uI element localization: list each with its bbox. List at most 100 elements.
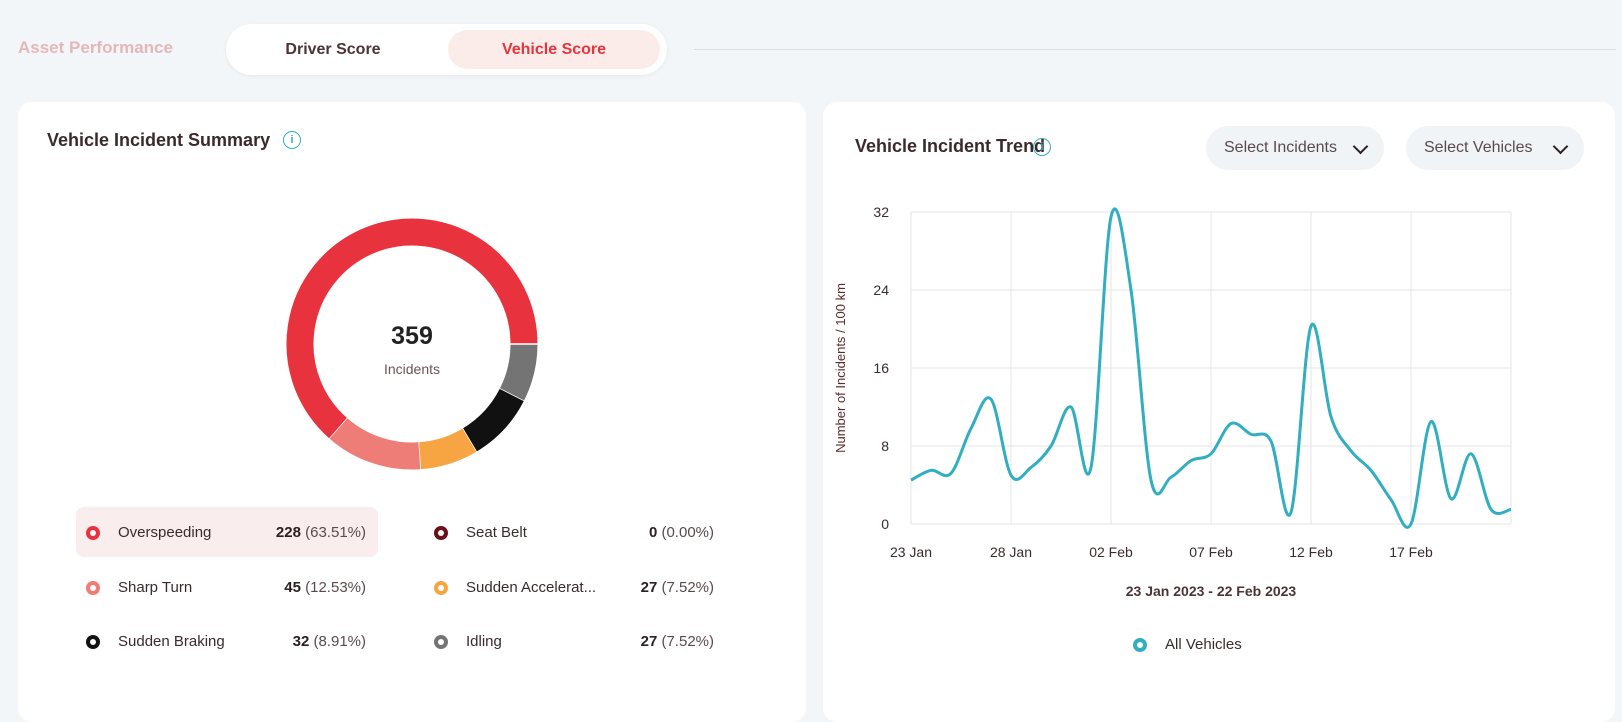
legend-item-sudden-braking[interactable]: Sudden Braking 32 (8.91%) <box>76 616 378 666</box>
page-header: Asset Performance Driver Score Vehicle S… <box>0 0 1622 100</box>
data-point[interactable] <box>968 425 974 431</box>
legend-pct: (12.53%) <box>305 579 366 596</box>
data-point[interactable] <box>1428 419 1434 425</box>
legend-label: Sharp Turn <box>118 579 193 596</box>
tab-vehicle-score[interactable]: Vehicle Score <box>448 30 660 69</box>
legend-count: 45 <box>284 579 301 596</box>
donut-total-label: Incidents <box>383 361 441 377</box>
y-tick-label: 32 <box>873 204 889 220</box>
select-incidents-label: Select Incidents <box>1224 139 1337 156</box>
x-axis-label: 23 Jan 2023 - 22 Feb 2023 <box>1126 583 1297 599</box>
data-point[interactable] <box>1128 287 1134 293</box>
series-legend-label: All Vehicles <box>1165 636 1242 653</box>
donut-slice-sharp-turn[interactable] <box>329 417 421 470</box>
data-point[interactable] <box>988 396 994 402</box>
data-point[interactable] <box>1308 323 1314 329</box>
data-point[interactable] <box>1368 467 1374 473</box>
chevron-down-icon <box>1552 138 1569 155</box>
legend-pct: (8.91%) <box>313 633 366 650</box>
data-point[interactable] <box>1508 506 1514 512</box>
trend-line-chart: 0 8 16 24 32 23 Jan 28 Jan 02 Feb 07 Feb 12 Feb 17… <box>833 204 1514 599</box>
x-tick-label: 28 Jan <box>990 544 1032 560</box>
sudden-acceleration-dot-icon <box>434 581 448 595</box>
x-tick-label: 17 Feb <box>1389 544 1433 560</box>
x-tick-label: 07 Feb <box>1189 544 1233 560</box>
trend-info-icon[interactable]: i <box>1033 138 1051 156</box>
legend-item-sudden-acceleration[interactable]: Sudden Accelerat... 27 (7.52%) <box>424 562 726 612</box>
data-point[interactable] <box>1068 404 1074 410</box>
legend-pct: (0.00%) <box>661 524 714 541</box>
data-point[interactable] <box>1328 414 1334 420</box>
trend-title: Vehicle Incident Trend <box>855 136 1046 156</box>
data-point[interactable] <box>1288 509 1294 515</box>
legend-value: 32 (8.91%) <box>293 633 366 650</box>
legend-value: 27 (7.52%) <box>641 633 714 650</box>
score-tabs: Driver Score Vehicle Score <box>226 24 667 75</box>
legend-count: 27 <box>640 633 658 650</box>
data-point[interactable] <box>1488 506 1494 512</box>
data-point[interactable] <box>948 470 954 476</box>
donut-slice-sudden-accelerat[interactable] <box>418 428 477 470</box>
legend-pct: (63.51%) <box>305 524 366 541</box>
x-tick-label: 02 Feb <box>1089 544 1133 560</box>
data-point[interactable] <box>1108 214 1114 220</box>
legend-count: 27 <box>640 579 658 596</box>
incident-summary-card: Vehicle Incident Summary i 359 Incidents… <box>18 102 806 722</box>
idling-dot-icon <box>434 635 448 649</box>
y-tick-label: 0 <box>881 516 889 532</box>
summary-info-icon[interactable]: i <box>283 131 301 149</box>
data-point[interactable] <box>1248 431 1254 437</box>
data-point[interactable] <box>1468 451 1474 457</box>
x-tick-label: 23 Jan <box>890 544 932 560</box>
data-point[interactable] <box>1028 464 1034 470</box>
all-vehicles-dot-icon <box>1133 638 1147 652</box>
donut-slice-sudden-braking[interactable] <box>462 388 524 452</box>
legend-label: Overspeeding <box>118 524 212 541</box>
data-point[interactable] <box>1168 474 1174 480</box>
data-point[interactable] <box>1408 521 1414 527</box>
chevron-down-icon <box>1352 138 1369 155</box>
legend-item-seat-belt[interactable]: Seat Belt 0 (0.00%) <box>424 507 726 557</box>
select-incidents-dropdown[interactable]: Select Incidents <box>1206 126 1384 170</box>
sharp-turn-dot-icon <box>86 581 100 595</box>
data-point[interactable] <box>1148 477 1154 483</box>
legend-value: 27 (7.52%) <box>641 579 714 596</box>
data-point[interactable] <box>1448 496 1454 502</box>
data-point[interactable] <box>1348 448 1354 454</box>
y-axis-label: Number of Incidents / 100 km <box>833 283 848 453</box>
legend-pct: (7.52%) <box>661 579 714 596</box>
data-point[interactable] <box>1268 438 1274 444</box>
data-point[interactable] <box>1188 458 1194 464</box>
series-legend[interactable]: All Vehicles <box>1133 636 1242 653</box>
legend-label: Idling <box>466 633 502 650</box>
data-point[interactable] <box>1208 451 1214 457</box>
legend-label: Seat Belt <box>466 524 527 541</box>
select-vehicles-dropdown[interactable]: Select Vehicles <box>1406 126 1584 170</box>
legend-count: 0 <box>648 524 658 541</box>
legend-item-overspeeding[interactable]: Overspeeding 228 (63.51%) <box>76 507 378 557</box>
data-point[interactable] <box>928 467 934 473</box>
legend-value: 228 (63.51%) <box>276 524 366 541</box>
overspeeding-dot-icon <box>86 526 100 540</box>
data-point[interactable] <box>908 477 914 483</box>
legend-count: 228 <box>275 524 301 541</box>
data-point[interactable] <box>1088 464 1094 470</box>
donut-total: 359 <box>391 322 433 350</box>
legend-item-idling[interactable]: Idling 27 (7.52%) <box>424 616 726 666</box>
legend-label: Sudden Accelerat... <box>466 579 597 596</box>
data-point[interactable] <box>1228 421 1234 427</box>
incident-donut: 359 Incidents <box>282 214 542 474</box>
y-tick-label: 24 <box>873 282 889 298</box>
y-tick-label: 8 <box>881 438 889 454</box>
data-point[interactable] <box>1388 497 1394 503</box>
legend-count: 32 <box>292 633 310 650</box>
summary-title: Vehicle Incident Summary <box>47 130 271 150</box>
x-tick-label: 12 Feb <box>1289 544 1333 560</box>
legend-value: 45 (12.53%) <box>284 579 366 596</box>
legend-item-sharp-turn[interactable]: Sharp Turn 45 (12.53%) <box>76 562 378 612</box>
tab-driver-score[interactable]: Driver Score <box>234 30 432 69</box>
y-tick-label: 16 <box>873 360 889 376</box>
data-point[interactable] <box>1008 472 1014 478</box>
legend-value: 0 (0.00%) <box>649 524 714 541</box>
data-point[interactable] <box>1048 443 1054 449</box>
